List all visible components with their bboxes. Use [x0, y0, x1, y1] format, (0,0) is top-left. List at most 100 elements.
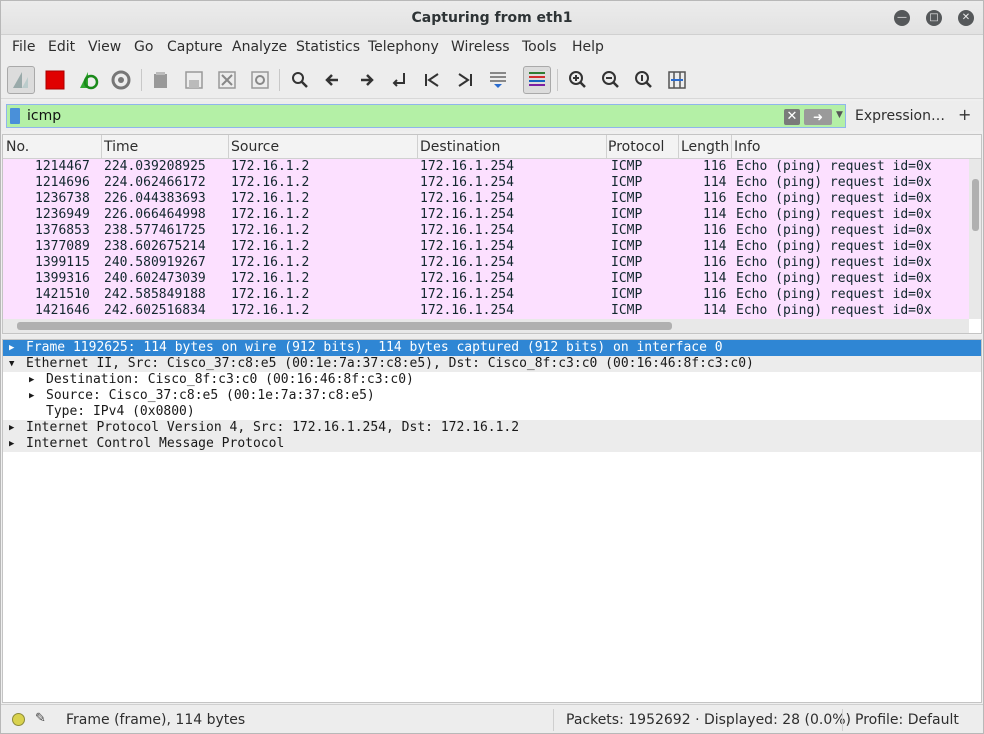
filter-text[interactable]: icmp [27, 108, 61, 124]
menu-help[interactable]: Help [572, 39, 604, 55]
column-source[interactable]: Source [231, 139, 279, 155]
display-filter-input[interactable]: icmp ✕ ➜ ▼ [6, 104, 846, 128]
go-to-packet-icon[interactable] [385, 66, 413, 94]
packet-list-vertical-scrollbar[interactable] [969, 159, 981, 319]
menu-analyze[interactable]: Analyze [232, 39, 287, 55]
menu-wireless[interactable]: Wireless [451, 39, 510, 55]
column-separator[interactable] [606, 135, 607, 159]
autoscroll-icon[interactable] [484, 66, 512, 94]
column-protocol[interactable]: Protocol [608, 139, 664, 155]
menu-statistics[interactable]: Statistics [296, 39, 360, 55]
column-length[interactable]: Length [681, 139, 729, 155]
apply-filter-icon[interactable]: ➜ [804, 109, 832, 125]
packet-protocol: ICMP [611, 303, 643, 318]
save-file-icon[interactable] [180, 66, 208, 94]
tree-item-frame[interactable]: ▶ Frame 1192625: 114 bytes on wire (912 … [3, 340, 981, 356]
scrollbar-thumb[interactable] [17, 322, 672, 330]
go-first-packet-icon[interactable] [418, 66, 446, 94]
status-separator [553, 709, 554, 731]
packet-row[interactable]: 1214696 224.062466172 172.16.1.2 172.16.… [3, 175, 969, 191]
status-separator [842, 709, 843, 731]
column-info[interactable]: Info [734, 139, 761, 155]
packet-row[interactable]: 1214467 224.039208925 172.16.1.2 172.16.… [3, 159, 969, 175]
expand-arrow-icon[interactable]: ▶ [9, 420, 14, 436]
packet-row[interactable]: 1399115 240.580919267 172.16.1.2 172.16.… [3, 255, 969, 271]
packet-row[interactable]: 1236738 226.044383693 172.16.1.2 172.16.… [3, 191, 969, 207]
stop-capture-icon[interactable] [41, 66, 69, 94]
tree-item-icmp[interactable]: ▶ Internet Control Message Protocol [3, 436, 981, 452]
menu-edit[interactable]: Edit [48, 39, 75, 55]
go-back-icon[interactable] [319, 66, 347, 94]
find-packet-icon[interactable] [286, 66, 314, 94]
minimize-icon[interactable]: — [894, 10, 910, 26]
column-no[interactable]: No. [6, 139, 29, 155]
packet-row[interactable]: 1236949 226.066464998 172.16.1.2 172.16.… [3, 207, 969, 223]
packet-source: 172.16.1.2 [231, 223, 310, 238]
tree-item-source[interactable]: ▶ Source: Cisco_37:c8:e5 (00:1e:7a:37:c8… [3, 388, 981, 404]
packet-row[interactable]: 1377089 238.602675214 172.16.1.2 172.16.… [3, 239, 969, 255]
packet-length: 116 [703, 191, 727, 206]
zoom-in-icon[interactable] [564, 66, 592, 94]
bookmark-icon[interactable] [10, 108, 20, 124]
maximize-icon[interactable]: □ [926, 10, 942, 26]
column-separator[interactable] [101, 135, 102, 159]
packet-protocol: ICMP [611, 239, 643, 254]
menu-telephony[interactable]: Telephony [368, 39, 439, 55]
status-profile[interactable]: Profile: Default [855, 712, 959, 728]
open-file-icon[interactable] [147, 66, 175, 94]
collapse-arrow-icon[interactable]: ▼ [9, 356, 14, 372]
filter-history-dropdown-icon[interactable]: ▼ [836, 110, 843, 120]
column-time[interactable]: Time [104, 139, 138, 155]
tree-item-ethernet[interactable]: ▼ Ethernet II, Src: Cisco_37:c8:e5 (00:1… [3, 356, 981, 372]
expression-button[interactable]: Expression… [855, 108, 945, 124]
packet-info: Echo (ping) request id=0x [736, 207, 932, 222]
capture-comment-icon[interactable]: ✎ [35, 711, 46, 726]
resize-columns-icon[interactable] [663, 66, 691, 94]
restart-capture-icon[interactable] [74, 66, 102, 94]
go-forward-icon[interactable] [352, 66, 380, 94]
expand-arrow-icon[interactable]: ▶ [29, 372, 34, 388]
clear-filter-icon[interactable]: ✕ [784, 109, 800, 125]
expert-info-icon[interactable] [12, 713, 25, 726]
scrollbar-thumb[interactable] [972, 179, 979, 231]
menu-capture[interactable]: Capture [167, 39, 223, 55]
packet-info: Echo (ping) request id=0x [736, 239, 932, 254]
packet-protocol: ICMP [611, 223, 643, 238]
reload-file-icon[interactable] [246, 66, 274, 94]
packet-protocol: ICMP [611, 207, 643, 222]
expand-arrow-icon[interactable]: ▶ [9, 340, 14, 356]
packet-list-horizontal-scrollbar[interactable] [3, 319, 969, 333]
shark-fin-start-icon[interactable] [7, 66, 35, 94]
column-destination[interactable]: Destination [420, 139, 500, 155]
go-last-packet-icon[interactable] [451, 66, 479, 94]
packet-time: 224.062466172 [104, 175, 206, 190]
packet-row[interactable]: 1376853 238.577461725 172.16.1.2 172.16.… [3, 223, 969, 239]
packet-row[interactable]: 1421510 242.585849188 172.16.1.2 172.16.… [3, 287, 969, 303]
packet-row[interactable]: 1421646 242.602516834 172.16.1.2 172.16.… [3, 303, 969, 319]
colorize-icon[interactable] [523, 66, 551, 94]
column-separator[interactable] [228, 135, 229, 159]
expand-arrow-icon[interactable]: ▶ [29, 388, 34, 404]
tree-item-ipv4[interactable]: ▶ Internet Protocol Version 4, Src: 172.… [3, 420, 981, 436]
tree-item-type[interactable]: Type: IPv4 (0x0800) [3, 404, 981, 420]
column-separator[interactable] [417, 135, 418, 159]
zoom-out-icon[interactable] [597, 66, 625, 94]
packet-row[interactable]: 1399316 240.602473039 172.16.1.2 172.16.… [3, 271, 969, 287]
add-filter-button[interactable]: + [958, 105, 971, 124]
menu-view[interactable]: View [88, 39, 121, 55]
normal-size-icon[interactable] [630, 66, 658, 94]
packet-no: 1236949 [35, 207, 90, 222]
capture-options-icon[interactable] [107, 66, 135, 94]
expand-arrow-icon[interactable]: ▶ [9, 436, 14, 452]
packet-source: 172.16.1.2 [231, 191, 310, 206]
menu-go[interactable]: Go [134, 39, 153, 55]
tree-item-destination[interactable]: ▶ Destination: Cisco_8f:c3:c0 (00:16:46:… [3, 372, 981, 388]
title-bar[interactable]: Capturing from eth1 — □ ✕ [1, 1, 983, 35]
menu-file[interactable]: File [12, 39, 35, 55]
column-separator[interactable] [731, 135, 732, 159]
packet-protocol: ICMP [611, 287, 643, 302]
menu-tools[interactable]: Tools [522, 39, 557, 55]
close-icon[interactable]: ✕ [958, 10, 974, 26]
column-separator[interactable] [678, 135, 679, 159]
close-file-icon[interactable] [213, 66, 241, 94]
